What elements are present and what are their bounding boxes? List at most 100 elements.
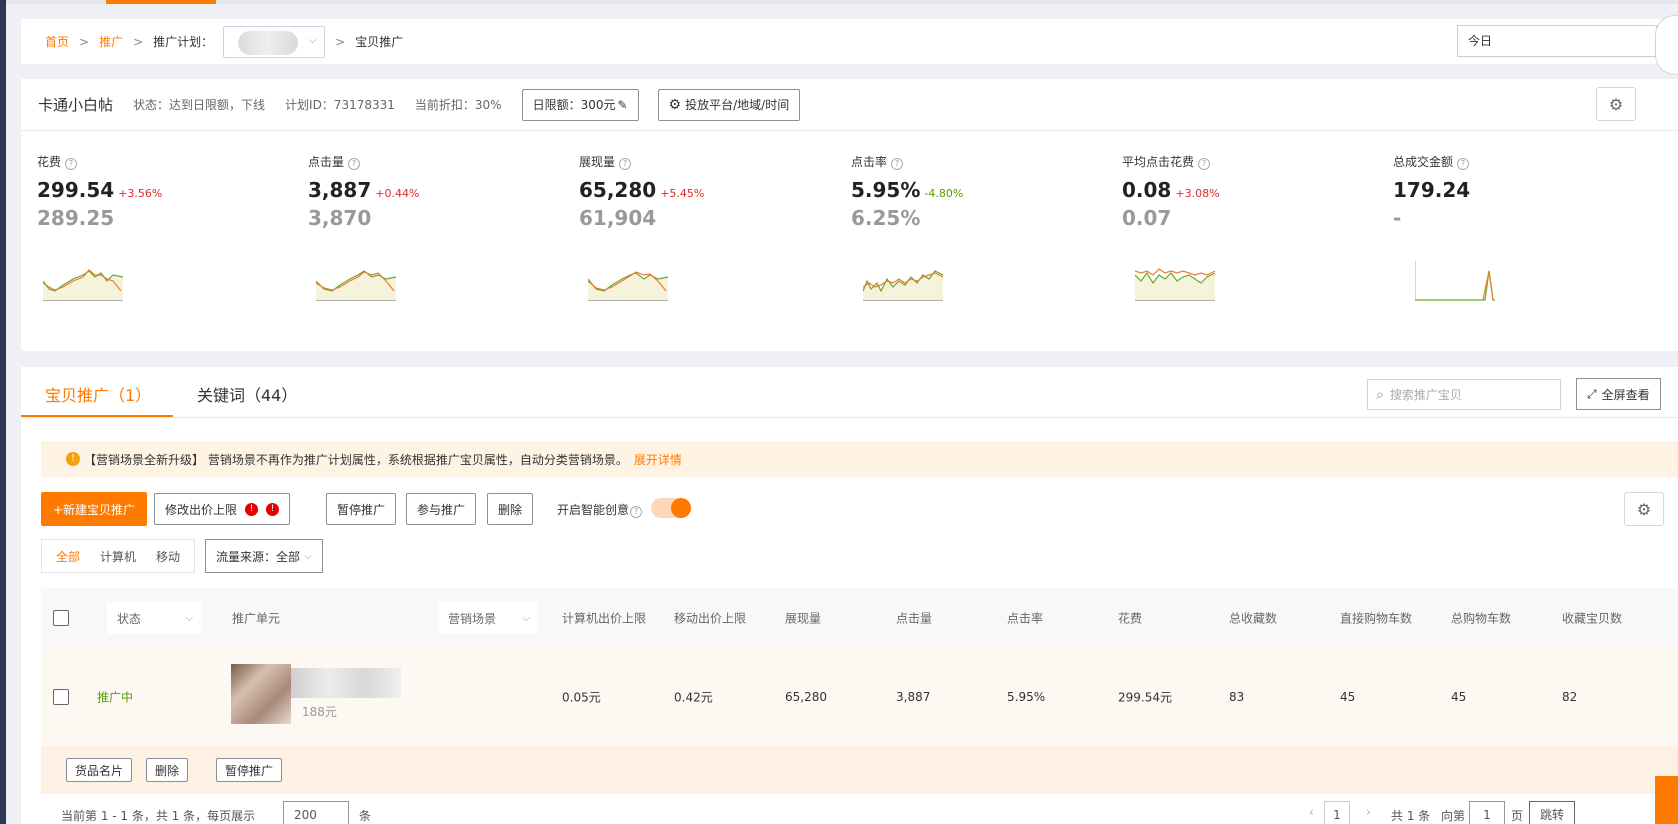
plan-id: 计划ID：73178331 <box>285 98 395 112</box>
column-header-favorites[interactable]: 总收藏数 <box>1229 610 1277 627</box>
table-settings-button[interactable]: ⚙ <box>1624 492 1664 526</box>
row-total-cart: 45 <box>1451 690 1467 704</box>
per-page-select[interactable]: 200 <box>283 801 349 824</box>
delivery-settings-button[interactable]: ⚙ 投放平台/地域/时间 <box>657 88 801 121</box>
scene-filter-header[interactable]: 营销场景 ⌵ <box>438 602 538 634</box>
column-header-mobile-bid[interactable]: 移动出价上限 <box>674 610 746 627</box>
metric-gmv[interactable]: 总成交金额? 179.24 - <box>1393 153 1633 230</box>
date-range-select[interactable]: 今日 <box>1457 25 1657 57</box>
search-input[interactable]: ⌕ 搜索推广宝贝 <box>1367 379 1561 410</box>
pagination: 当前第 1 - 1 条，共 1 条，每页展示 200 条 ‹ 1 › 共 1 条… <box>41 799 1678 824</box>
modify-bid-button[interactable]: 修改出价上限 ! ! <box>154 493 291 525</box>
row-mobile-bid[interactable]: 0.42元 <box>674 689 713 706</box>
metric-ctr[interactable]: 点击率? 5.95% -4.80% 6.25% <box>851 153 1091 230</box>
column-header-direct-cart[interactable]: 直接购物车数 <box>1340 610 1412 627</box>
active-top-tab[interactable] <box>106 0 216 4</box>
select-all-checkbox[interactable] <box>53 610 69 626</box>
join-promotion-button[interactable]: 参与推广 <box>406 493 477 525</box>
help-icon[interactable]: ? <box>891 158 904 170</box>
product-card-button[interactable]: 货品名片 <box>66 758 133 782</box>
device-filter-all[interactable]: 全部 <box>46 548 90 565</box>
chevron-down-icon: ⌵ <box>304 550 312 562</box>
promotion-table: 状态 ⌵ 推广单元 营销场景 ⌵ 计算机出价上限 移动出价上限 展现量 点击量 点击… <box>41 588 1678 794</box>
help-icon[interactable]: ? <box>1198 158 1211 170</box>
floating-help-button[interactable] <box>1655 15 1678 75</box>
page-number-current[interactable]: 1 <box>1324 801 1350 824</box>
jump-button[interactable]: 跳转 <box>1529 801 1576 824</box>
column-header-pc-bid[interactable]: 计算机出价上限 <box>562 610 646 627</box>
feedback-tab[interactable] <box>1655 776 1678 824</box>
device-filter-mobile[interactable]: 移动 <box>146 548 190 565</box>
smart-creative-toggle[interactable] <box>651 498 691 518</box>
overview-settings-button[interactable]: ⚙ <box>1596 87 1636 121</box>
help-icon[interactable]: ? <box>348 158 361 170</box>
plan-discount: 当前折扣：30% <box>414 98 502 112</box>
column-header-cost[interactable]: 花费 <box>1118 610 1142 627</box>
metric-change: +3.56% <box>118 187 163 200</box>
goto-page-input[interactable]: 1 <box>1469 801 1505 824</box>
help-icon[interactable]: ? <box>1457 158 1470 170</box>
help-icon[interactable]: ? <box>65 158 78 170</box>
metric-value: 3,887 <box>308 178 372 202</box>
status-filter-header[interactable]: 状态 ⌵ <box>107 602 201 634</box>
tab-keywords[interactable]: 关键词（44） <box>197 382 297 406</box>
notice-expand-link[interactable]: 展开详情 <box>634 451 682 468</box>
plan-select[interactable]: ⌵ <box>223 25 326 58</box>
metric-cost[interactable]: 花费? 299.54 +3.56% 289.25 <box>37 153 277 230</box>
search-placeholder: 搜索推广宝贝 <box>1389 388 1462 402</box>
metric-label: 总成交金额 <box>1393 155 1454 169</box>
metric-label: 点击量 <box>308 155 345 169</box>
column-header-fav-items[interactable]: 收藏宝贝数 <box>1562 610 1622 627</box>
warning-icon: ! <box>66 452 80 466</box>
gear-icon: ⚙ <box>668 96 682 113</box>
product-thumbnail[interactable] <box>231 664 291 724</box>
column-header-impressions[interactable]: 展现量 <box>785 610 821 627</box>
row-impressions: 65,280 <box>785 690 827 704</box>
traffic-source-value: 流量来源：全部 <box>216 549 301 564</box>
tab-item-promotion[interactable]: 宝贝推广（1） <box>45 382 151 406</box>
delete-button[interactable]: 删除 <box>487 493 534 525</box>
column-header-ctr[interactable]: 点击率 <box>1007 610 1043 627</box>
metric-clicks[interactable]: 点击量? 3,887 +0.44% 3,870 <box>308 153 548 230</box>
prev-page-icon[interactable]: ‹ <box>1309 805 1314 819</box>
row-delete-button[interactable]: 删除 <box>146 758 189 782</box>
alert-icon: ! <box>266 502 280 516</box>
breadcrumb-separator: > <box>79 34 90 49</box>
toggle-knob <box>671 498 691 518</box>
row-pc-bid[interactable]: 0.05元 <box>562 689 601 706</box>
metric-impressions[interactable]: 展现量? 65,280 +5.45% 61,904 <box>579 153 819 230</box>
breadcrumb-home[interactable]: 首页 <box>45 33 69 50</box>
plan-select-blurred-value <box>238 30 299 55</box>
help-icon[interactable]: ? <box>630 506 643 518</box>
row-checkbox[interactable] <box>53 689 69 705</box>
per-page-value: 200 <box>294 808 317 822</box>
active-tab-underline <box>21 415 173 417</box>
metrics-panel: 花费? 299.54 +3.56% 289.25 点击量? 3,887 +0.44%… <box>21 131 1678 351</box>
row-ctr: 5.95% <box>1007 690 1046 704</box>
metric-avg-cpc[interactable]: 平均点击花费? 0.08 +3.08% 0.07 <box>1122 153 1362 230</box>
column-header-clicks[interactable]: 点击量 <box>896 610 932 627</box>
help-icon[interactable]: ? <box>619 158 632 170</box>
daily-budget-button[interactable]: 日限额：300元 ✎ <box>521 88 639 121</box>
column-header-total-cart[interactable]: 总购物车数 <box>1451 610 1511 627</box>
new-promotion-button[interactable]: +新建宝贝推广 <box>41 492 148 526</box>
column-header-unit: 推广单元 <box>232 611 281 626</box>
row-fav-items: 82 <box>1562 690 1578 704</box>
goto-label: 向第 <box>1441 809 1466 823</box>
fullscreen-label: 全屏查看 <box>1601 387 1650 402</box>
breadcrumb-plan-label: 推广计划： <box>153 35 214 49</box>
next-page-icon[interactable]: › <box>1366 805 1371 819</box>
upgrade-notice: ! 【营销场景全新升级】 营销场景不再作为推广计划属性，系统根据推广宝贝属性，自… <box>41 441 1678 477</box>
product-title-blurred[interactable] <box>291 668 401 698</box>
breadcrumb-promo[interactable]: 推广 <box>99 33 123 50</box>
row-pause-button[interactable]: 暂停推广 <box>216 758 283 782</box>
filters-bar: 全部 计算机 移动 流量来源：全部 ⌵ <box>41 539 323 573</box>
pause-promotion-button[interactable]: 暂停推广 <box>326 493 397 525</box>
plan-overview: 卡通小白帖 状态：达到日限额，下线 计划ID：73178331 当前折扣：30%… <box>21 79 1678 351</box>
device-filter-pc[interactable]: 计算机 <box>90 548 146 565</box>
metric-change: +5.45% <box>660 187 705 200</box>
traffic-source-select[interactable]: 流量来源：全部 ⌵ <box>205 539 323 573</box>
fullscreen-button[interactable]: ⤢ 全屏查看 <box>1576 378 1661 410</box>
tab-bar: 宝贝推广（1） 关键词（44） ⌕ 搜索推广宝贝 ⤢ 全屏查看 <box>21 367 1678 418</box>
chevron-down-icon: ⌵ <box>308 34 317 46</box>
